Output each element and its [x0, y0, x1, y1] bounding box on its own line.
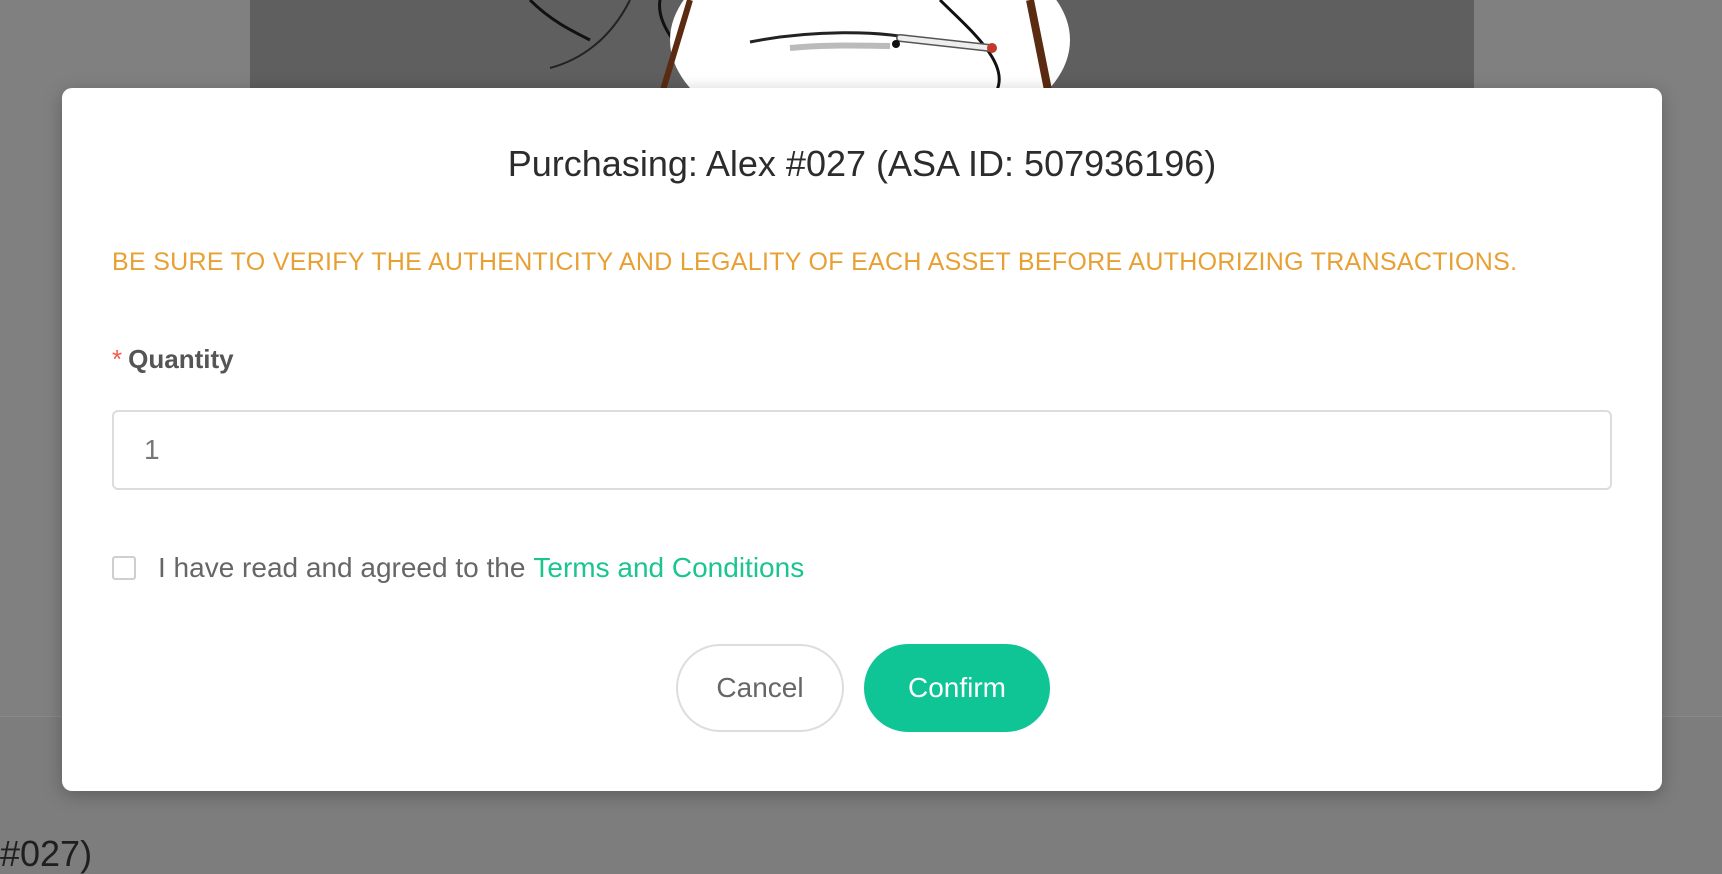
quantity-label-text: Quantity [128, 344, 234, 374]
nft-artwork-image [250, 0, 1474, 100]
confirm-button[interactable]: Confirm [864, 644, 1050, 732]
purchase-modal: Purchasing: Alex #027 (ASA ID: 507936196… [62, 88, 1662, 791]
terms-checkbox[interactable] [112, 556, 136, 580]
terms-and-conditions-link[interactable]: Terms and Conditions [533, 552, 804, 584]
nft-title: (#027) [0, 833, 93, 874]
quantity-label: * Quantity [112, 344, 234, 375]
cancel-button[interactable]: Cancel [676, 644, 844, 732]
required-mark: * [112, 344, 123, 374]
terms-agreement-row: I have read and agreed to the Terms and … [112, 552, 804, 584]
authenticity-warning: BE SURE TO VERIFY THE AUTHENTICITY AND L… [112, 248, 1518, 276]
quantity-input[interactable] [112, 410, 1612, 490]
modal-title: Purchasing: Alex #027 (ASA ID: 507936196… [507, 143, 1217, 184]
terms-agreement-text: I have read and agreed to the [158, 552, 526, 583]
